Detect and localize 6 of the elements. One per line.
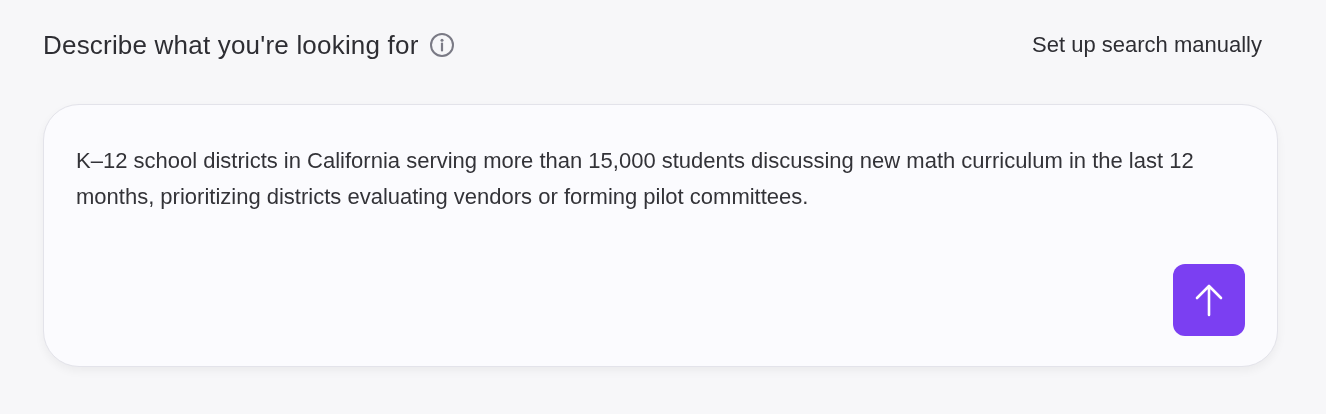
prompt-field[interactable]: K–12 school districts in California serving more than 15,000 students discussing new math curriculum in the last 12 months, prioritizing districts evaluating vendors or forming pilot committees.: [76, 143, 1244, 215]
section-title: Describe what you're looking for: [43, 29, 419, 61]
submit-button[interactable]: [1173, 264, 1245, 336]
arrow-up-icon: [1194, 283, 1224, 317]
info-icon[interactable]: [428, 32, 455, 58]
manual-setup-link[interactable]: Set up search manually: [1032, 32, 1262, 58]
